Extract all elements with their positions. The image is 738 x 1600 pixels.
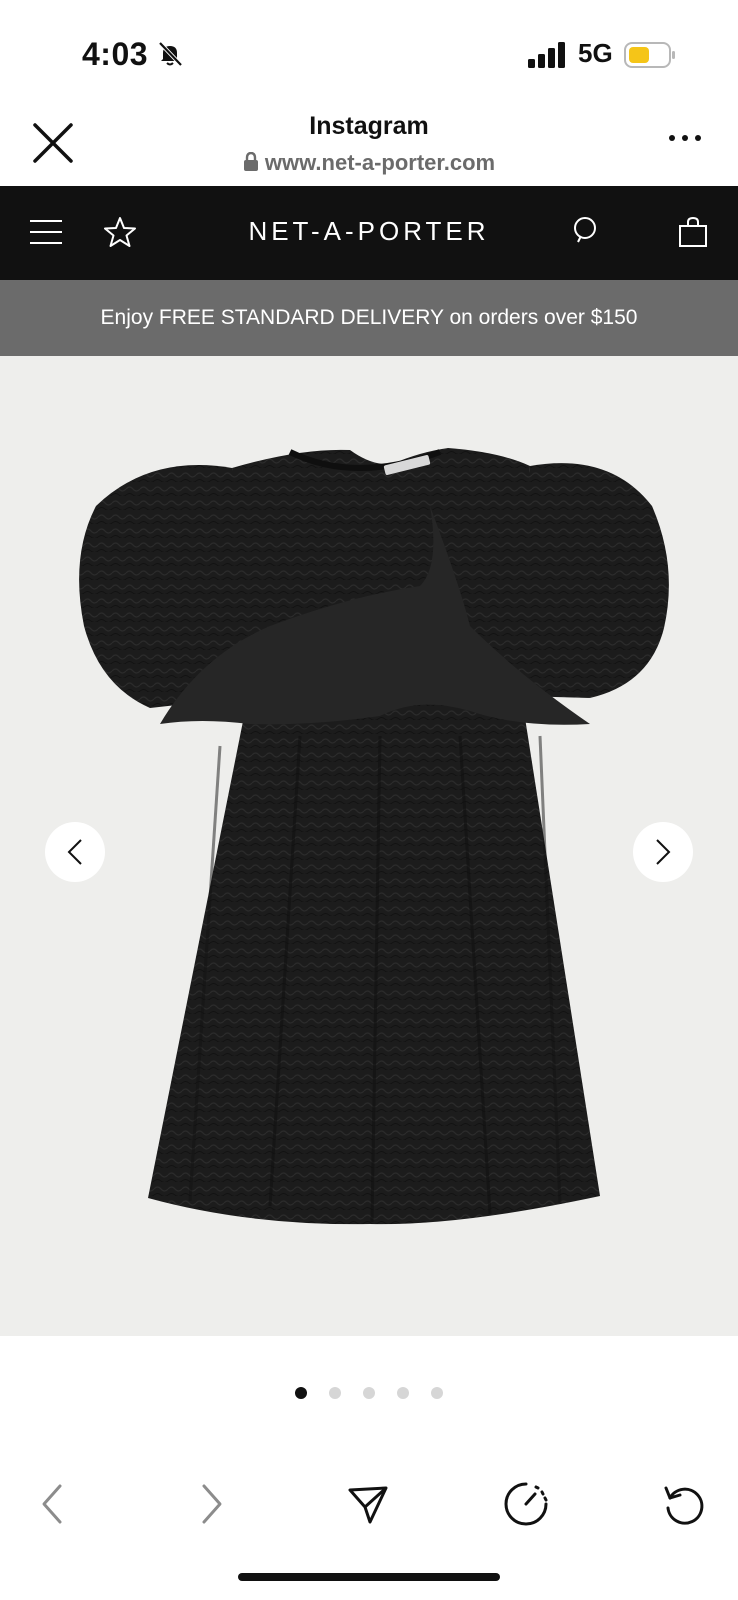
chevron-right-icon: [656, 839, 671, 865]
network-type: 5G: [578, 38, 613, 68]
signal-icon: [528, 42, 565, 68]
status-time: 4:03: [82, 36, 149, 72]
product-gallery[interactable]: [0, 356, 738, 1336]
url-bar[interactable]: www.net-a-porter.com: [0, 150, 738, 176]
speed-icon[interactable]: [502, 1480, 550, 1528]
previous-image-button[interactable]: [45, 822, 105, 882]
browser-toolbar: [0, 1460, 738, 1550]
reload-icon[interactable]: [660, 1480, 708, 1528]
lock-icon: [243, 152, 258, 171]
back-icon[interactable]: [28, 1480, 76, 1528]
search-icon[interactable]: [572, 216, 602, 246]
carousel-dot-5[interactable]: [431, 1387, 443, 1399]
carousel-dot-4[interactable]: [397, 1387, 409, 1399]
carousel-dot-2[interactable]: [329, 1387, 341, 1399]
forward-icon[interactable]: [188, 1480, 236, 1528]
bell-muted-icon: [158, 41, 183, 67]
home-indicator[interactable]: [238, 1573, 500, 1581]
product-image: [79, 448, 669, 1225]
more-icon[interactable]: [666, 128, 706, 148]
browser-title: Instagram: [309, 112, 429, 140]
browser-header: Instagram www.net-a-porter.com: [0, 106, 738, 186]
carousel-dot-3[interactable]: [363, 1387, 375, 1399]
chevron-left-icon: [67, 839, 82, 865]
next-image-button[interactable]: [633, 822, 693, 882]
carousel-dot-1[interactable]: [295, 1387, 307, 1399]
site-logo[interactable]: NET-A-PORTER: [0, 216, 738, 247]
share-icon[interactable]: [344, 1480, 392, 1528]
site-nav: NET-A-PORTER: [0, 186, 738, 280]
status-bar: 4:03 5G: [0, 0, 738, 106]
url-text: www.net-a-porter.com: [264, 150, 496, 175]
shopping-bag-icon[interactable]: [678, 216, 708, 248]
carousel-pagination: [0, 1387, 738, 1401]
promo-banner[interactable]: Enjoy FREE STANDARD DELIVERY on orders o…: [0, 280, 738, 356]
battery-icon: [624, 42, 675, 68]
